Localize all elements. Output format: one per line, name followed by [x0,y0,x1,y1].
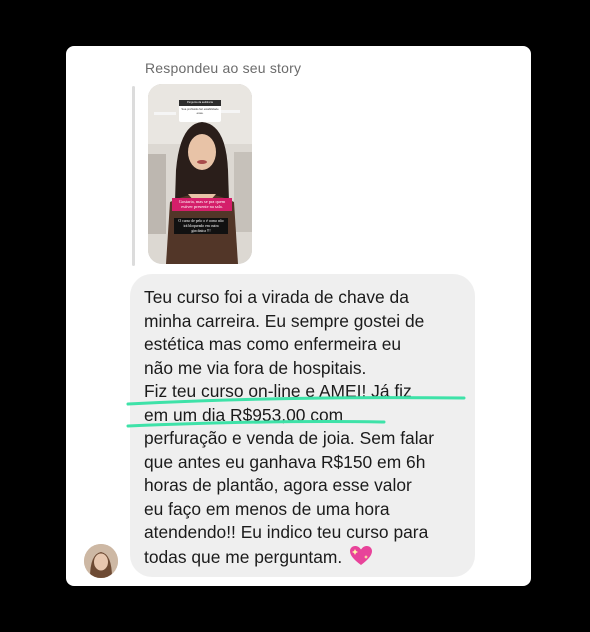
message-line: todas que me perguntam. [144,546,343,567]
story-thumbnail[interactable]: Pergunta da audiência Sua profissão faz … [148,84,252,264]
message-line: não me via fora de hospitais. [144,357,367,378]
message-line: horas de plantão, agora esse valor [144,475,412,495]
message-text: Teu curso foi a virada de chave da minha… [144,286,464,573]
story-top-card: Pergunta da audiência Sua profissão faz … [179,100,221,122]
story-top-card-text: Sua profissão faz estabilidade essa. [181,107,219,115]
message-line: atendendo!! Eu indico teu curso para [144,522,429,542]
message-line: em um dia R$953,00 com [144,404,344,425]
sparkling-heart-icon [349,545,373,574]
story-black-sticker: O curso de pelo o é como não irá bloquea… [174,218,228,235]
message-card: Respondeu ao seu story Pergunta da audiê… [66,46,531,586]
quote-line [132,86,135,266]
message-line: perfuração e venda de joia. Sem falar [144,428,435,448]
reply-label: Respondeu ao seu story [145,60,302,76]
message-line: Teu curso foi a virada de chave da [144,287,409,307]
message-line: minha carreira. Eu sempre gostei de [144,310,425,331]
message-line: eu faço em menos de uma hora [144,498,390,519]
avatar[interactable] [84,544,118,578]
message-line: que antes eu ganhava R$150 em 6h [144,451,426,472]
story-pink-sticker: Gostaria, mas se pra quem estiver presen… [172,198,232,211]
message-line: estética mas como enfermeira eu [144,334,402,354]
message-line: Fiz teu curso on-line e AMEI! Já fiz [144,381,412,401]
message-bubble: Teu curso foi a virada de chave da minha… [130,274,475,577]
